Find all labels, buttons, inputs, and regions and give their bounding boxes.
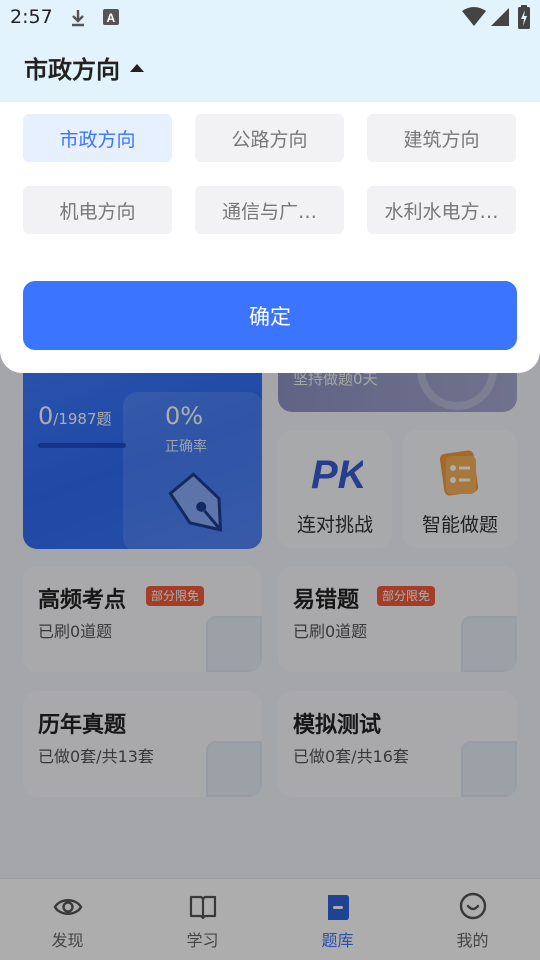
- option-municipal[interactable]: 市政方向: [23, 114, 172, 162]
- signal-icon: [491, 8, 509, 26]
- status-bar: 2:57 A: [0, 0, 540, 36]
- selector-current: 市政方向: [24, 56, 120, 84]
- download-icon: [72, 10, 84, 27]
- option-electromechanical[interactable]: 机电方向: [23, 186, 172, 234]
- option-construction[interactable]: 建筑方向: [367, 114, 516, 162]
- caret-up-icon: [130, 63, 144, 72]
- direction-dropdown-sheet: 2:57 A 市政方向 市政方向 公路方向 建筑方向 机电方向 通信与广… 水利…: [0, 0, 540, 373]
- battery-charging-icon: [518, 5, 530, 29]
- header-area: 2:57 A 市政方向: [0, 0, 540, 102]
- option-highway[interactable]: 公路方向: [195, 114, 344, 162]
- wifi-icon: [462, 7, 486, 26]
- confirm-button[interactable]: 确定: [23, 281, 517, 350]
- status-time: 2:57: [10, 6, 53, 28]
- option-communication[interactable]: 通信与广…: [195, 186, 344, 234]
- direction-options-grid: 市政方向 公路方向 建筑方向 机电方向 通信与广… 水利水电方…: [23, 114, 517, 234]
- direction-selector[interactable]: 市政方向: [24, 50, 144, 85]
- keyboard-a-icon: A: [103, 9, 119, 25]
- option-water-conservancy[interactable]: 水利水电方…: [367, 186, 516, 234]
- svg-text:A: A: [107, 11, 116, 25]
